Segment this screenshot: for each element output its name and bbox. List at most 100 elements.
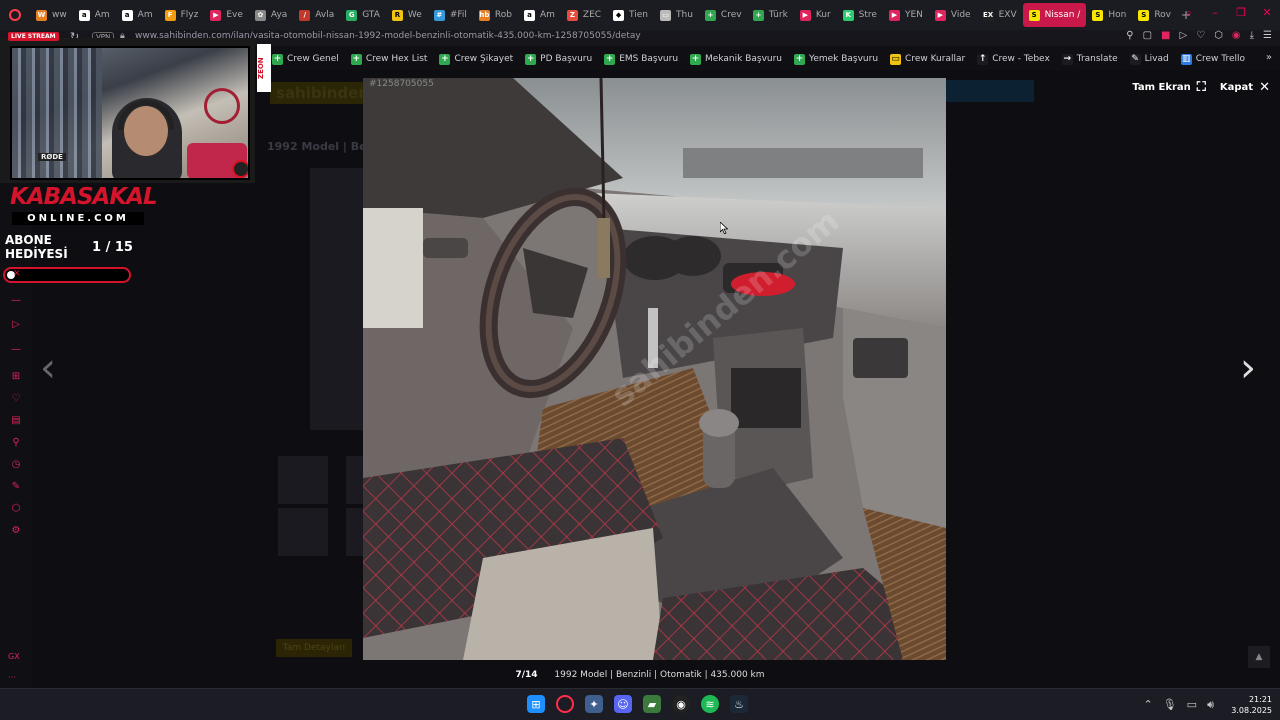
tab-7[interactable]: G GTA <box>340 3 386 27</box>
tab-label: Vide <box>950 10 971 20</box>
heart-icon[interactable]: ♡ <box>1196 30 1205 41</box>
tab-favicon-icon: F <box>164 9 176 21</box>
spotify-icon[interactable]: ≋ <box>701 695 719 713</box>
tab-favicon-icon: EX <box>982 9 994 21</box>
clock[interactable]: 21:21 3.08.2025 <box>1231 694 1272 716</box>
tab-16[interactable]: + Türk <box>747 3 794 27</box>
github-icon[interactable]: ◉ <box>672 695 690 713</box>
gallery-photo[interactable]: sahibinden.com <box>363 78 946 660</box>
minimize-icon[interactable]: – <box>1208 6 1222 20</box>
tab-20[interactable]: ▶ Vide <box>929 3 977 27</box>
tab-22[interactable]: S Nissan / <box>1022 3 1087 27</box>
profile-icon[interactable]: ◉ <box>1232 30 1241 41</box>
tab-5[interactable]: ✿ Aya <box>249 3 293 27</box>
bookmark-4[interactable]: + EMS Başvuru <box>604 53 678 65</box>
opera-menu-icon[interactable] <box>0 0 30 30</box>
opera-gx-icon[interactable] <box>556 695 574 713</box>
bookmark-8[interactable]: ↑ Crew - Tebex <box>977 53 1050 65</box>
tab-0[interactable]: Www <box>30 3 73 27</box>
steam-icon[interactable]: ♨ <box>730 695 748 713</box>
settings-icon[interactable]: ⚙ <box>10 525 22 537</box>
menu-icon[interactable]: ☰ <box>1263 30 1272 41</box>
tabs-icon[interactable]: ▤ <box>10 415 22 427</box>
extensions-icon[interactable]: ⬡ <box>10 503 22 515</box>
extension-icon[interactable]: ■ <box>1161 30 1170 41</box>
bookmark-favicon-icon: ▭ <box>890 53 902 65</box>
tab-19[interactable]: ▶ YEN <box>883 3 929 27</box>
bookmark-3[interactable]: + PD Başvuru <box>525 53 592 65</box>
bookmark-2[interactable]: + Crew Şikayet <box>439 53 513 65</box>
bookmark-10[interactable]: ✎ Livad <box>1129 53 1169 65</box>
tab-24[interactable]: S Rov <box>1132 3 1177 27</box>
tab-17[interactable]: ▶ Kur <box>794 3 837 27</box>
tab-13[interactable]: ◆ Tien <box>607 3 654 27</box>
edit-icon[interactable]: ✎ <box>10 481 22 493</box>
scroll-top-icon[interactable]: ▲ <box>1248 646 1270 668</box>
tab-8[interactable]: R We <box>386 3 428 27</box>
tab-21[interactable]: EX EXV <box>977 3 1023 27</box>
workspaces-icon[interactable]: ⊞ <box>10 371 22 383</box>
tab-4[interactable]: ▶ Eve <box>204 3 249 27</box>
app-icon[interactable]: ✦ <box>585 695 603 713</box>
tab-6[interactable]: / Avla <box>293 3 340 27</box>
close-viewer-button[interactable]: Kapat ✕ <box>1220 80 1270 95</box>
prev-photo-icon[interactable]: ‹ <box>40 345 56 391</box>
clock-time: 21:21 <box>1248 695 1272 704</box>
tab-favicon-icon: a <box>523 9 535 21</box>
sidebar-divider: — <box>11 344 21 355</box>
tab-favicon-icon: Z <box>566 9 578 21</box>
extensions-icon[interactable]: ⬡ <box>1214 30 1223 41</box>
bookmark-11[interactable]: ▥ Crew Trello <box>1180 53 1245 65</box>
download-icon[interactable]: ⤓ <box>1250 30 1254 41</box>
search-tabs-icon[interactable]: ⌕ <box>1182 6 1196 20</box>
close-window-icon[interactable]: ✕ <box>1260 6 1274 20</box>
player-icon[interactable]: ▷ <box>10 319 22 331</box>
mic-icon[interactable]: 🎙︎ <box>1163 698 1177 712</box>
player-icon[interactable]: ▷ <box>1179 30 1187 41</box>
tab-14[interactable]: ▭ Thu <box>654 3 699 27</box>
volume-icon[interactable]: 🔊︎ <box>1207 698 1214 712</box>
fullscreen-button[interactable]: Tam Ekran ⛶ <box>1132 80 1206 95</box>
listing-action-button[interactable] <box>940 80 1034 102</box>
bookmark-7[interactable]: ▭ Crew Kurallar <box>890 53 965 65</box>
bookmark-1[interactable]: + Crew Hex List <box>350 53 427 65</box>
tab-18[interactable]: K Stre <box>837 3 883 27</box>
bookmark-0[interactable]: + Crew Genel <box>272 53 339 65</box>
tab-23[interactable]: S Hon <box>1086 3 1132 27</box>
tab-label: Kur <box>815 10 831 20</box>
bookmark-5[interactable]: + Mekanik Başvuru <box>690 53 782 65</box>
app-icon[interactable]: ▰ <box>643 695 661 713</box>
maximize-icon[interactable]: ❐ <box>1234 6 1248 20</box>
bookmark-9[interactable]: → Translate <box>1061 53 1118 65</box>
display-icon[interactable]: ▭ <box>1187 698 1197 712</box>
tab-1[interactable]: a Am <box>73 3 116 27</box>
tab-12[interactable]: Z ZEC <box>561 3 607 27</box>
discord-icon[interactable]: ☺ <box>614 695 632 713</box>
heart-icon[interactable]: ♡ <box>10 393 22 405</box>
tab-favicon-icon: / <box>299 9 311 21</box>
bookmark-6[interactable]: + Yemek Başvuru <box>794 53 878 65</box>
mic-brand: RØDE <box>38 153 66 161</box>
tab-10[interactable]: hb Rob <box>473 3 518 27</box>
tab-favicon-icon: ▶ <box>210 9 222 21</box>
windows-start-icon[interactable]: ⊞ <box>527 695 545 713</box>
tab-15[interactable]: + Crev <box>699 3 747 27</box>
tray-overflow-icon[interactable]: ⌃ <box>1143 698 1152 712</box>
tab-label: GTA <box>362 10 380 20</box>
tab-3[interactable]: F Flyz <box>159 3 205 27</box>
listing-thumb <box>278 456 328 504</box>
tab-11[interactable]: a Am <box>518 3 561 27</box>
snapshot-icon[interactable]: ▢ <box>1143 30 1152 41</box>
pin-icon[interactable]: ⚲ <box>10 437 22 449</box>
history-icon[interactable]: ◷ <box>10 459 22 471</box>
next-photo-icon[interactable]: › <box>1240 345 1256 391</box>
gx-icon[interactable]: GX <box>8 652 20 661</box>
listing-detail-button[interactable]: Tam Detayları <box>276 639 352 657</box>
tab-9[interactable]: # #Fil <box>428 3 473 27</box>
stream-brand-sub: ONLINE.COM <box>12 212 144 225</box>
tab-2[interactable]: a Am <box>116 3 159 27</box>
bookmark-icon[interactable]: ⚲ <box>1126 30 1133 41</box>
bookmark-favicon-icon: → <box>1061 53 1073 65</box>
bookmarks-more-icon[interactable]: » <box>1266 52 1272 63</box>
tab-label: #Fil <box>449 10 467 20</box>
